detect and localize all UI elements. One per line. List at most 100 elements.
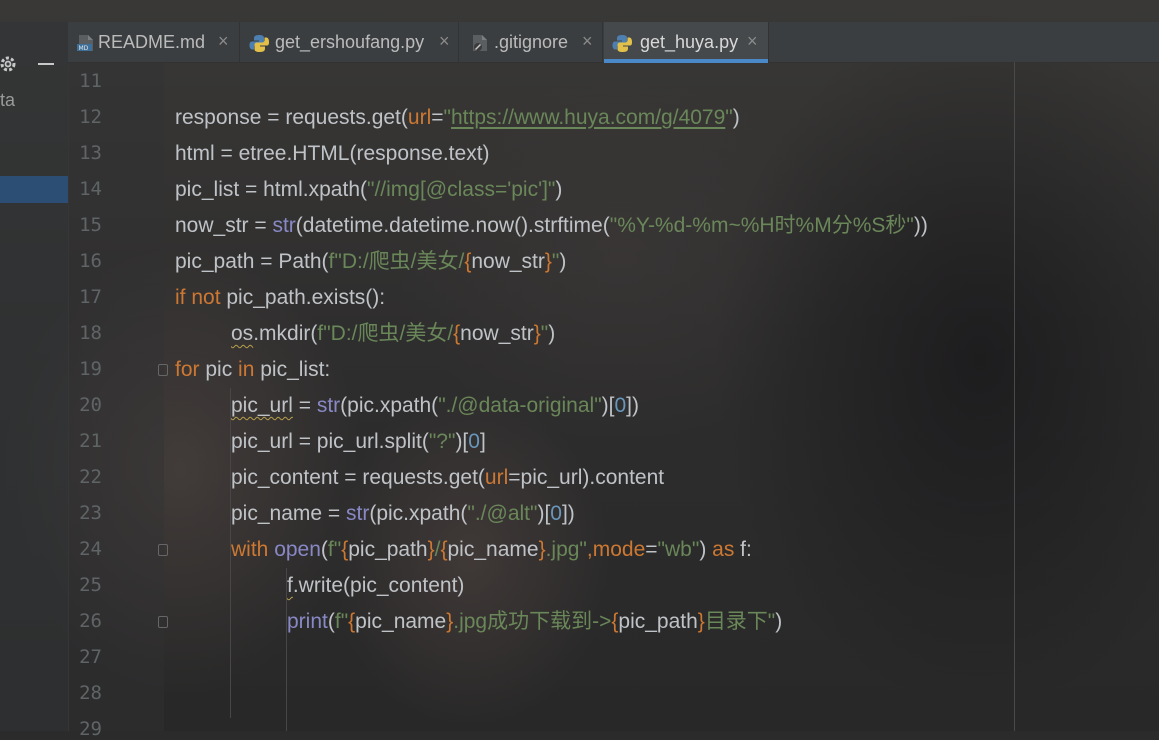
code-token: )) <box>913 214 928 237</box>
code-token: = <box>431 106 444 129</box>
code-line: with open(f"{pic_path}/{pic_name}.jpg",m… <box>231 532 752 568</box>
code-line: pic_url = pic_url.split("?")[0] <box>231 424 486 460</box>
code-token: url <box>407 106 432 129</box>
close-icon[interactable]: × <box>582 31 593 52</box>
code-token: .jpg" <box>545 538 587 561</box>
code-token: (datetime.datetime.now().strftime( <box>295 214 610 237</box>
code-token: ) <box>559 250 567 273</box>
editor-tab-bar: MD README.md × get_ershoufang.py × .giti… <box>68 22 1159 63</box>
line-number: 11 <box>79 70 102 92</box>
python-file-icon <box>612 35 632 52</box>
code-token: with <box>231 538 275 561</box>
code-token: ) <box>775 610 783 633</box>
tab-label: get_huya.py <box>640 32 739 52</box>
tab-get-huya[interactable]: get_huya.py × <box>604 22 769 63</box>
code-token: open <box>274 538 321 561</box>
code-token: } <box>697 610 705 633</box>
python-file-icon <box>249 35 269 52</box>
code-token: pic_name <box>447 538 539 561</box>
code-token: os <box>231 322 254 345</box>
code-token: for <box>175 358 206 381</box>
code-token: pic_path <box>348 538 428 561</box>
code-token: "//img[@class='pic']" <box>367 178 556 201</box>
code-token: f"D:/爬虫/美女/ <box>328 250 465 273</box>
code-token: pic_list = html.xpath( <box>175 178 367 201</box>
line-number: 25 <box>79 574 102 596</box>
svg-text:MD: MD <box>79 45 89 52</box>
code-token: as <box>712 538 741 561</box>
tab-label: get_ershoufang.py <box>275 32 425 52</box>
code-token: if not <box>175 286 227 309</box>
tab-label: .gitignore <box>494 32 569 52</box>
minimize-icon[interactable] <box>38 63 54 65</box>
code-token: ) <box>548 322 556 345</box>
code-token: } <box>544 250 552 273</box>
code-line: os.mkdir(f"D:/爬虫/美女/{now_str}") <box>231 316 555 352</box>
code-token: 目录下" <box>704 610 776 633</box>
tab-readme[interactable]: MD README.md × <box>68 22 240 62</box>
code-line: html = etree.HTML(response.text) <box>175 136 490 172</box>
code-token: pic_list: <box>260 358 331 381</box>
code-token: 0 <box>550 502 562 525</box>
code-token: now_str = <box>175 214 273 237</box>
code-token: pic_url <box>231 394 293 417</box>
code-token: .write(pic_content) <box>292 574 465 597</box>
code-line: if not pic_path.exists(): <box>175 280 385 316</box>
code-line: f.write(pic_content) <box>287 568 464 604</box>
line-number: 19 <box>79 358 102 380</box>
code-token: = <box>645 538 658 561</box>
code-token: now_str <box>460 322 534 345</box>
line-number: 26 <box>79 610 102 632</box>
line-number: 21 <box>79 430 102 452</box>
code-token: (pic.xpath( <box>369 502 468 525</box>
tab-get-ershoufang[interactable]: get_ershoufang.py × <box>241 22 459 62</box>
code-token: f" <box>334 610 349 633</box>
close-icon[interactable]: × <box>218 31 229 52</box>
code-token: f"D:/爬虫/美女/ <box>317 322 454 345</box>
code-line: for pic in pic_list: <box>175 352 330 388</box>
code-token: pic_path <box>618 610 698 633</box>
code-line: print(f"{pic_name}.jpg成功下载到->{pic_path}目… <box>287 604 782 640</box>
code-token: pic_path = Path( <box>175 250 329 273</box>
code-token: pic <box>205 358 239 381</box>
code-token: pic_url = pic_url.split( <box>231 430 429 453</box>
code-token: str <box>346 502 370 525</box>
close-icon[interactable]: × <box>439 31 450 52</box>
code-line: pic_content = requests.get(url=pic_url).… <box>231 460 664 496</box>
line-number: 17 <box>79 286 102 308</box>
line-number: 23 <box>79 502 102 524</box>
code-token: "wb" <box>657 538 700 561</box>
code-token: =pic_url).content <box>508 466 665 489</box>
line-number: 29 <box>79 718 102 740</box>
code-token: in <box>238 358 261 381</box>
code-token: print <box>287 610 328 633</box>
code-token: (pic.xpath( <box>340 394 439 417</box>
code-token: html = etree.HTML(response.text) <box>175 142 490 165</box>
close-icon[interactable]: × <box>747 31 758 52</box>
gitignore-file-icon <box>473 35 487 51</box>
code-token: " <box>443 106 451 129</box>
code-token: "./@data-original" <box>438 394 602 417</box>
tab-label: README.md <box>98 32 206 52</box>
project-tree-selected-row[interactable] <box>0 176 68 203</box>
code-token: now_str <box>471 250 545 273</box>
code-token: https://www.huya.com/g/4079 <box>450 106 726 129</box>
code-token: ) <box>732 106 740 129</box>
code-token: str <box>316 394 341 417</box>
code-token: mode <box>592 538 646 561</box>
code-token: pic_name = <box>231 502 346 525</box>
tab-gitignore[interactable]: .gitignore × <box>460 22 603 62</box>
code-token: } <box>533 322 541 345</box>
line-number: 16 <box>79 250 102 272</box>
project-tree-text: ta <box>0 90 16 110</box>
line-number: 24 <box>79 538 102 560</box>
code-token: ]) <box>561 502 575 525</box>
code-token: ]) <box>626 394 639 417</box>
code-line: now_str = str(datetime.datetime.now().st… <box>175 208 928 244</box>
code-token: )[ <box>455 430 469 453</box>
gear-icon[interactable] <box>0 54 20 74</box>
code-token: str <box>272 214 296 237</box>
code-token: { <box>440 538 448 561</box>
code-token: pic_name <box>355 610 447 633</box>
code-line: pic_path = Path(f"D:/爬虫/美女/{now_str}") <box>175 244 566 280</box>
